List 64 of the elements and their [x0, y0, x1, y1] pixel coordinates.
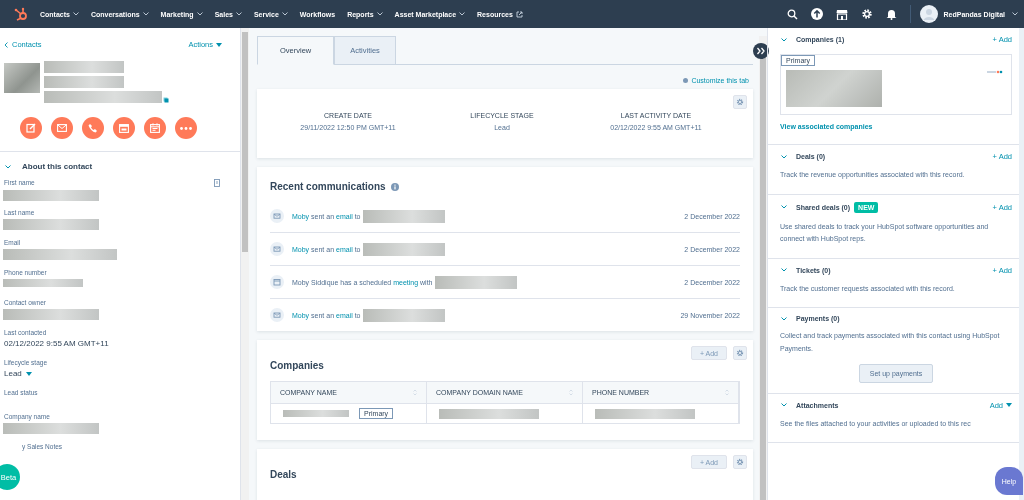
calendar-icon — [270, 275, 284, 289]
call-button[interactable] — [81, 117, 104, 139]
scrollbar[interactable] — [241, 28, 249, 500]
email-icon — [56, 124, 67, 132]
caret-icon — [142, 12, 149, 16]
card-title: Companies — [269, 360, 325, 373]
chevron-down-icon[interactable] — [780, 154, 788, 159]
scrollbar[interactable] — [759, 36, 767, 500]
card-title: Deals — [269, 469, 298, 482]
settings-button[interactable] — [733, 346, 747, 360]
log-activity-icon — [118, 123, 129, 133]
envelope-icon — [270, 308, 284, 322]
envelope-icon — [270, 242, 284, 256]
email-button[interactable] — [50, 117, 73, 139]
caret-icon — [72, 12, 79, 16]
expand-sidebar-icon[interactable] — [753, 43, 769, 59]
redacted-value — [283, 410, 349, 417]
note-icon — [25, 123, 36, 133]
card-title: Recent communications — [270, 181, 386, 192]
caret-icon — [459, 12, 466, 16]
gear-icon — [683, 78, 689, 83]
company-logo-icon — [987, 70, 1003, 74]
caret-icon — [196, 12, 203, 16]
settings-icon[interactable] — [860, 8, 873, 20]
meeting-button[interactable] — [143, 117, 166, 139]
notifications-icon[interactable] — [885, 8, 897, 20]
envelope-icon — [270, 209, 284, 223]
caret-icon — [376, 12, 383, 16]
settings-button[interactable] — [733, 455, 747, 469]
chevron-down-icon[interactable] — [780, 37, 788, 42]
gear-icon — [736, 458, 744, 466]
info-icon[interactable] — [390, 182, 399, 191]
back-chevron-icon — [4, 41, 8, 48]
external-link-icon — [515, 10, 523, 18]
gear-icon — [736, 349, 744, 357]
caret-icon — [1012, 12, 1018, 16]
log-activity-button[interactable] — [112, 117, 135, 139]
caret-icon — [281, 12, 288, 16]
profile-photo — [4, 63, 40, 93]
chevron-down-icon[interactable] — [780, 316, 788, 321]
gear-icon — [736, 98, 744, 106]
sprocket-logo-icon[interactable] — [14, 7, 28, 21]
lifecycle-dropdown[interactable]: Lead — [4, 369, 240, 378]
marketplace-icon[interactable] — [835, 8, 848, 20]
caret-icon — [235, 12, 242, 16]
section-title[interactable]: About this contact — [22, 162, 93, 171]
caret-icon — [25, 371, 32, 376]
chevron-down-icon[interactable] — [4, 164, 12, 169]
field-value[interactable]: 02/12/2022 9:55 AM GMT+11 — [4, 339, 240, 348]
chevron-down-icon[interactable] — [780, 268, 788, 273]
caret-icon — [1006, 403, 1012, 408]
note-button[interactable] — [19, 117, 42, 139]
chevron-down-icon[interactable] — [780, 403, 788, 408]
search-icon[interactable] — [786, 8, 798, 20]
meeting-icon — [149, 123, 160, 133]
call-icon — [87, 123, 98, 133]
copy-icon[interactable] — [163, 97, 169, 103]
chevron-down-icon[interactable] — [780, 205, 788, 210]
avatar-icon — [919, 5, 938, 23]
more-icon — [179, 126, 192, 130]
upgrade-icon[interactable] — [810, 8, 823, 20]
caret-icon — [216, 42, 222, 47]
more-button[interactable] — [174, 117, 197, 139]
settings-button[interactable] — [733, 95, 747, 109]
